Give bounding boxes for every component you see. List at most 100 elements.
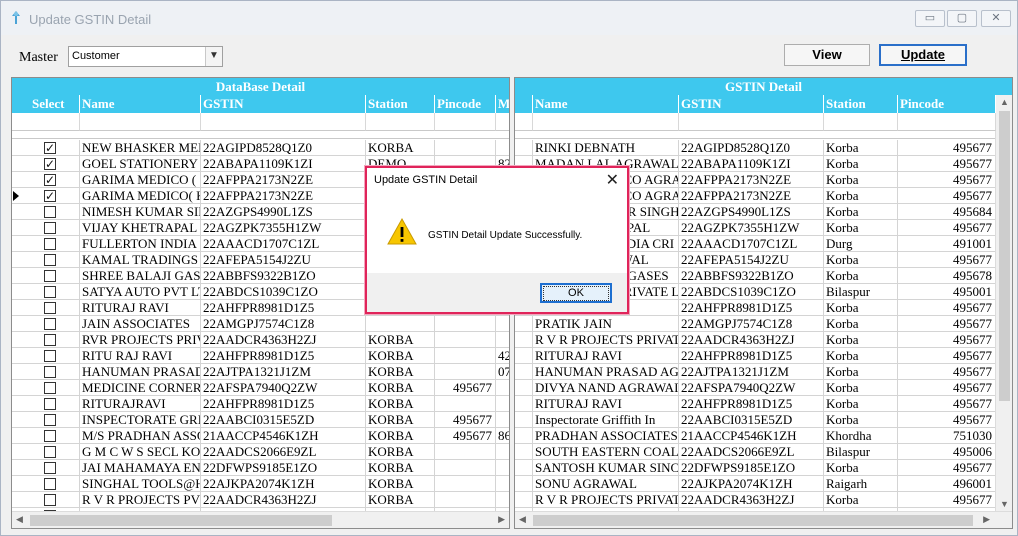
row-checkbox[interactable]	[44, 494, 56, 506]
row-header-cell[interactable]	[515, 316, 533, 332]
table-row[interactable]: RITURAJRAVI 22AHFPR8981D1Z5 KORBA	[12, 396, 509, 412]
column-header-row-header[interactable]	[515, 95, 533, 113]
table-row[interactable]: M/S PRADHAN ASSO 21AACCP4546K1ZH KORBA 4956…	[12, 428, 509, 444]
filter-cell[interactable]	[366, 113, 435, 131]
select-cell[interactable]	[12, 380, 80, 396]
row-checkbox[interactable]	[44, 302, 56, 314]
table-row[interactable]: R V R PROJECTS PRIVAT 22AADCR4363H2ZJ Korb…	[515, 492, 996, 508]
view-button[interactable]: View	[784, 44, 870, 66]
table-row[interactable]: INSPECTORATE GRI 22AABCI0315E5ZD KORBA 4956…	[12, 412, 509, 428]
row-checkbox[interactable]	[44, 156, 56, 171]
row-header-cell[interactable]	[515, 492, 533, 508]
select-cell[interactable]	[12, 476, 80, 492]
column-header-pincode[interactable]: Pincode	[898, 95, 996, 113]
row-checkbox[interactable]	[44, 334, 56, 346]
filter-cell[interactable]	[679, 113, 824, 131]
filter-cell[interactable]	[515, 113, 533, 131]
filter-cell[interactable]	[496, 113, 509, 131]
table-row[interactable]: DIVYA NAND AGRAWAI 22AFSPA7940Q2ZW Korba 49…	[515, 380, 996, 396]
row-checkbox[interactable]	[44, 188, 56, 203]
table-row[interactable]: G M C W S SECL KOR 22AADCS2066E9ZL KORBA	[12, 444, 509, 460]
column-header-gstin[interactable]: GSTIN	[201, 95, 366, 113]
select-cell[interactable]	[12, 412, 80, 428]
row-header-cell[interactable]	[515, 332, 533, 348]
column-header-name[interactable]: Name	[533, 95, 679, 113]
row-checkbox[interactable]	[44, 238, 56, 250]
select-cell[interactable]	[12, 364, 80, 380]
column-header-m[interactable]: M	[496, 95, 509, 113]
row-checkbox[interactable]	[44, 446, 56, 458]
row-header-cell[interactable]	[515, 444, 533, 460]
row-checkbox[interactable]	[44, 140, 56, 155]
filter-cell[interactable]	[435, 113, 496, 131]
select-cell[interactable]	[12, 140, 80, 156]
scroll-down-icon[interactable]: ▼	[1000, 499, 1009, 509]
column-header-name[interactable]: Name	[80, 95, 201, 113]
column-header-station[interactable]: Station	[824, 95, 898, 113]
update-button[interactable]: Update	[879, 44, 967, 66]
row-checkbox[interactable]	[44, 254, 56, 266]
table-row[interactable]: JAIN ASSOCIATES 22AMGPJ7574C1Z8	[12, 316, 509, 332]
table-row[interactable]: RITU RAJ RAVI 22AHFPR8981D1Z5 KORBA 42	[12, 348, 509, 364]
table-row[interactable]: RVR PROJECTS PRIV 22AADCR4363H2ZJ KORBA	[12, 332, 509, 348]
table-row[interactable]: R V R PROJECTS PRIVAT 22AADCR4363H2ZJ Korb…	[515, 332, 996, 348]
table-row[interactable]: MEDICINE CORNER 22AFSPA7940Q2ZW KORBA 49567…	[12, 380, 509, 396]
dialog-close-icon[interactable]: ✕	[606, 170, 619, 189]
table-row[interactable]: SANTOSH KUMAR SINC 22DFWPS9185E1ZO Korba 49…	[515, 460, 996, 476]
row-checkbox[interactable]	[44, 172, 56, 187]
select-cell[interactable]	[12, 284, 80, 300]
row-header-cell[interactable]	[515, 396, 533, 412]
select-cell[interactable]	[12, 428, 80, 444]
select-cell[interactable]	[12, 444, 80, 460]
scroll-thumb[interactable]	[30, 515, 332, 526]
row-header-cell[interactable]	[515, 140, 533, 156]
scroll-thumb[interactable]	[999, 111, 1010, 401]
scroll-up-icon[interactable]: ▲	[1000, 97, 1009, 107]
row-checkbox[interactable]	[44, 382, 56, 394]
row-header-cell[interactable]	[515, 460, 533, 476]
row-header-cell[interactable]	[515, 348, 533, 364]
master-dropdown[interactable]: Customer ▼	[68, 46, 223, 67]
select-cell[interactable]	[12, 396, 80, 412]
row-checkbox[interactable]	[44, 414, 56, 426]
select-cell[interactable]	[12, 492, 80, 508]
table-row[interactable]: SINGHAL TOOLS@H 22AJKPA2074K1ZH KORBA	[12, 476, 509, 492]
select-cell[interactable]	[12, 332, 80, 348]
column-header-gstin[interactable]: GSTIN	[679, 95, 824, 113]
row-header-cell[interactable]	[515, 412, 533, 428]
horizontal-scrollbar[interactable]: ◀ ▶	[515, 511, 1012, 528]
select-cell[interactable]	[12, 252, 80, 268]
select-cell[interactable]	[12, 188, 80, 204]
table-row[interactable]: HANUMAN PRASAD AG 22AJTPA1321J1ZM Korba 495…	[515, 364, 996, 380]
table-row[interactable]: RITURAJ RAVI22AHFPR8981D1Z5Korba495677	[515, 348, 996, 364]
select-cell[interactable]	[12, 300, 80, 316]
table-row[interactable]: RINKI DEBNATH 22AGIPD8528Q1Z0 Korba 495677	[515, 140, 996, 156]
filter-cell[interactable]	[898, 113, 996, 131]
maximize-button[interactable]: ▢	[947, 10, 977, 27]
table-row[interactable]: SOUTH EASTERN COAL 22AADCS2066E9ZL Bilaspu…	[515, 444, 996, 460]
table-row[interactable]: R V R PROJECTS PVT 22AADCR4363H2ZJ KORBA	[12, 492, 509, 508]
select-cell[interactable]	[12, 204, 80, 220]
table-row[interactable]: HANUMAN PRASAD 22AJTPA1321J1ZM KORBA 07	[12, 364, 509, 380]
table-row[interactable]: PRADHAN ASSOCIATES 21AACCP4546K1ZH Khordha…	[515, 428, 996, 444]
select-cell[interactable]	[12, 236, 80, 252]
table-row[interactable]: PRATIK JAIN 22AMGPJ7574C1Z8 Korba 495677	[515, 316, 996, 332]
row-header-cell[interactable]	[515, 476, 533, 492]
row-checkbox[interactable]	[44, 222, 56, 234]
chevron-down-icon[interactable]: ▼	[205, 47, 222, 66]
select-cell[interactable]	[12, 316, 80, 332]
table-row[interactable]: NEW BHASKER MEI22AGIPD8528Q1Z0KORBA	[12, 140, 509, 156]
row-checkbox[interactable]	[44, 430, 56, 442]
scroll-left-icon[interactable]: ◀	[519, 514, 526, 525]
scroll-right-icon[interactable]: ▶	[498, 514, 505, 525]
column-header-pincode[interactable]: Pincode	[435, 95, 496, 113]
select-cell[interactable]	[12, 172, 80, 188]
horizontal-scrollbar[interactable]: ◀ ▶	[12, 511, 509, 528]
scroll-thumb[interactable]	[533, 515, 973, 526]
filter-cell[interactable]	[12, 113, 80, 131]
row-checkbox[interactable]	[44, 350, 56, 362]
select-cell[interactable]	[12, 156, 80, 172]
row-header-cell[interactable]	[515, 428, 533, 444]
row-checkbox[interactable]	[44, 206, 56, 218]
table-row[interactable]: Inspectorate Griffith In 22AABCI0315E5ZD K…	[515, 412, 996, 428]
